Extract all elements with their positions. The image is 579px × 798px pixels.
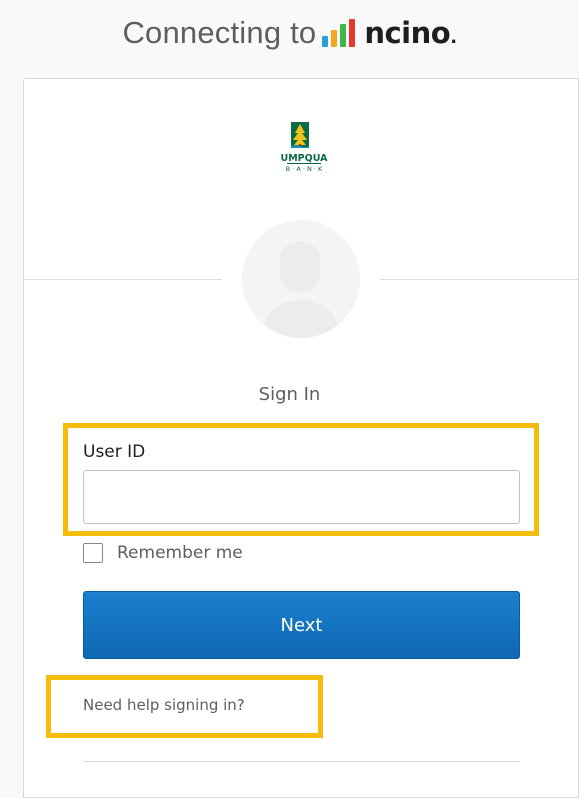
- ncino-bar-3: [340, 24, 347, 47]
- bank-name-text: UMPQUA: [281, 153, 329, 164]
- ncino-bar-4: [349, 19, 356, 47]
- ncino-wordmark: ncino.: [364, 16, 457, 50]
- user-silhouette-icon: [262, 242, 340, 338]
- next-button[interactable]: Next: [83, 591, 520, 659]
- bank-sub-text: B · A · N · K: [286, 165, 323, 173]
- divider-left: [24, 279, 222, 280]
- ncino-logo-icon: [322, 19, 358, 47]
- ncino-bar-2: [331, 30, 338, 47]
- avatar: [242, 220, 360, 338]
- divider-right: [380, 279, 579, 280]
- umpqua-bank-logo: UMPQUA B · A · N · K: [281, 122, 329, 173]
- page-title: Sign In: [258, 384, 321, 405]
- remember-me-label: Remember me: [117, 543, 243, 563]
- ncino-bar-1: [322, 36, 329, 47]
- help-link-highlight: [46, 675, 323, 738]
- user-id-highlight: [63, 423, 539, 536]
- header-text: Connecting to: [122, 15, 317, 50]
- page-header: Connecting to ncino.: [0, 0, 579, 66]
- remember-me[interactable]: Remember me: [83, 543, 243, 563]
- bottom-divider: [83, 761, 520, 762]
- remember-me-checkbox[interactable]: [83, 543, 103, 563]
